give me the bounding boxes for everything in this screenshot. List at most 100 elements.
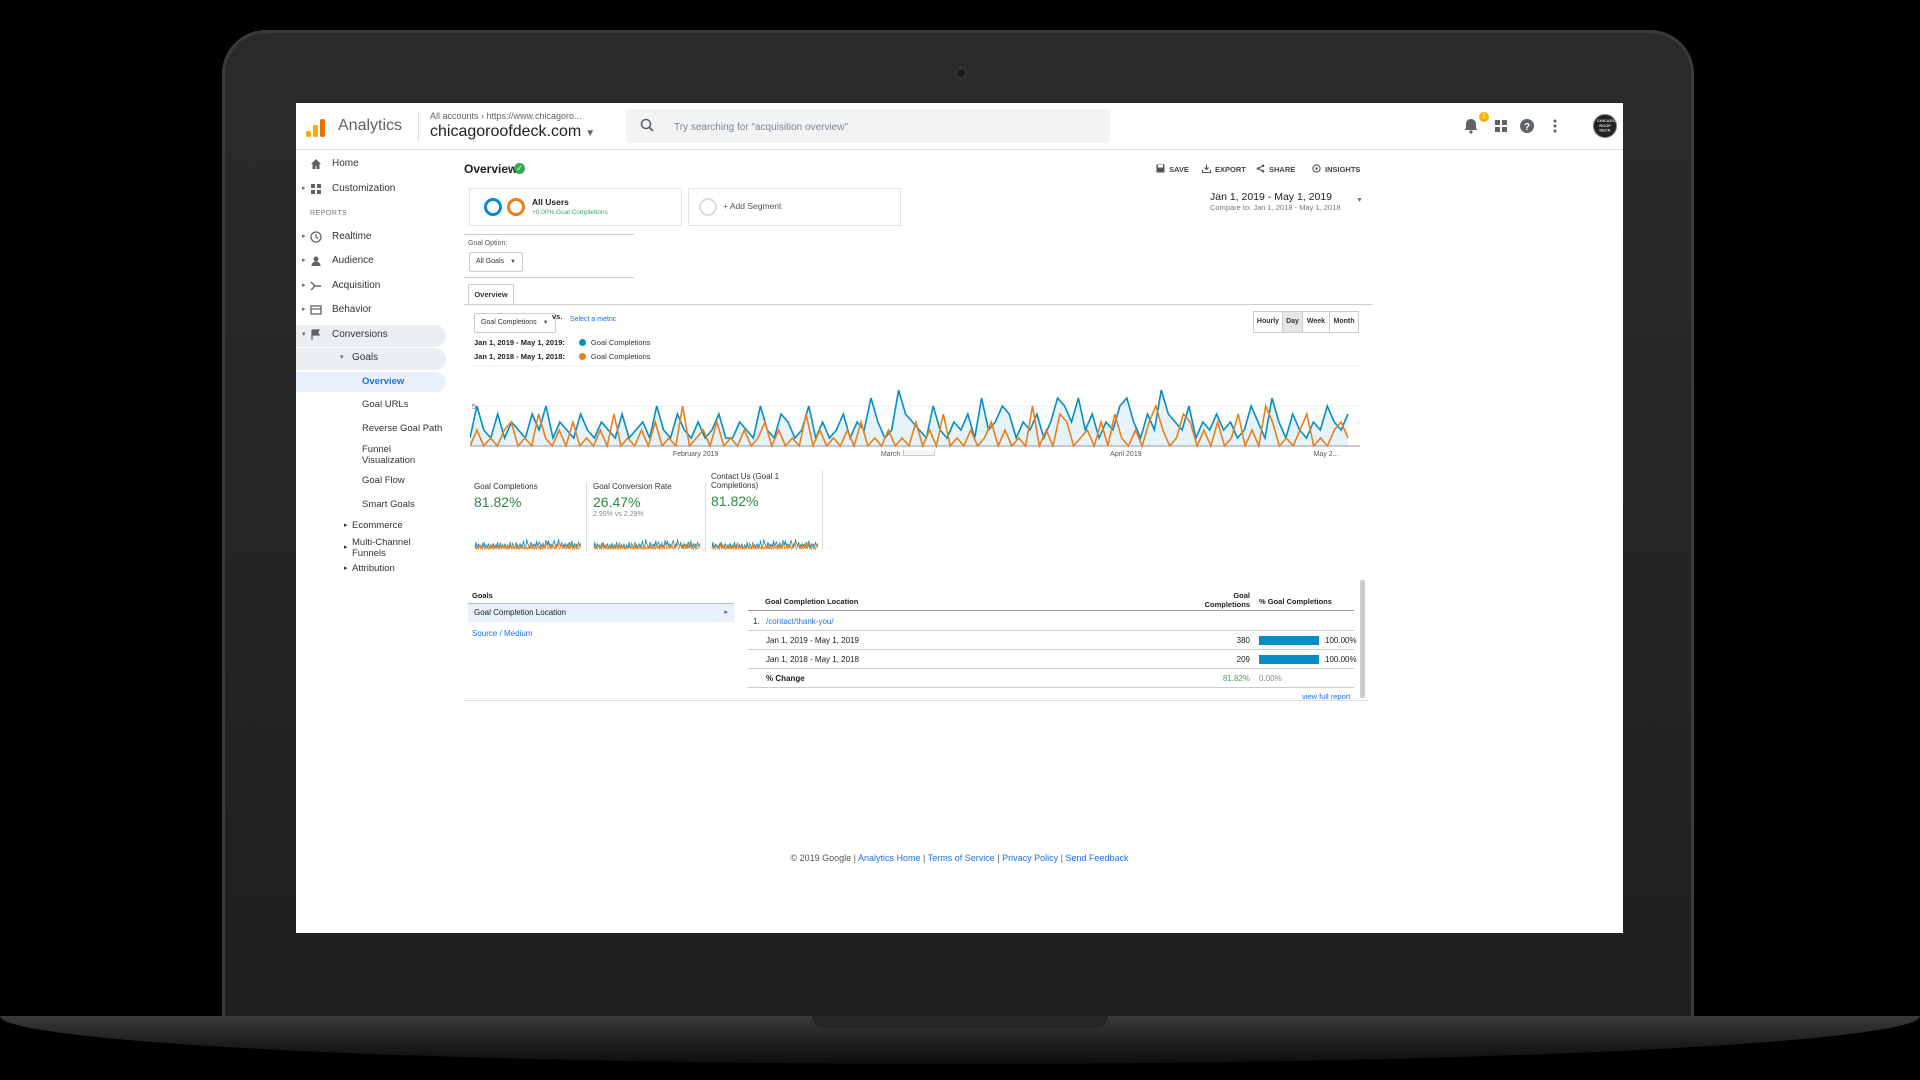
more-vert-icon[interactable] [1546, 117, 1564, 135]
tab-overview[interactable]: Overview [468, 284, 514, 306]
row-label: Jan 1, 2019 - May 1, 2019 [766, 636, 859, 645]
expand-arrow-icon: ▸ [344, 522, 348, 529]
account-breadcrumb[interactable]: All accounts › https://www.chicagoro... [430, 111, 582, 121]
sidebar-item-ecommerce[interactable]: ▸ Ecommerce [296, 516, 446, 536]
scorecard-sparkline [593, 539, 701, 550]
x-tick-label: May 2... [1314, 451, 1339, 458]
scorecard-sparkline [474, 539, 582, 550]
segment-sub: +0.00% Goal Completions [532, 209, 608, 216]
laptop-notch [812, 1016, 1108, 1028]
footer-sep: | [920, 853, 928, 863]
date-compare[interactable]: Compare to: Jan 1, 2018 - May 1, 2018 [1210, 203, 1341, 212]
divider [464, 700, 1368, 701]
scorecard-value: 81.82% [474, 494, 522, 510]
scorecard-sub: 2.90% vs 2.29% [593, 511, 644, 518]
brand-name[interactable]: Analytics [338, 117, 402, 135]
row-value: 209 [1236, 655, 1250, 664]
sidebar-item-goal-urls[interactable]: Goal URLs [296, 395, 446, 415]
legend-range: Jan 1, 2019 - May 1, 2019: [474, 338, 565, 347]
sidebar-item-label: Acquisition [332, 280, 381, 291]
sidebar-item-goals[interactable]: ▾ Goals [296, 348, 446, 370]
legend-row-current: Jan 1, 2019 - May 1, 2019: Goal Completio… [474, 338, 651, 347]
property-selector[interactable]: chicagoroofdeck.com ▼ [430, 123, 595, 141]
source-medium-link[interactable]: Source / Medium [472, 629, 532, 638]
sidebar-item-attribution[interactable]: ▸ Attribution [296, 559, 446, 579]
sidebar-item-label: Goal Flow [362, 475, 405, 486]
save-button[interactable]: SAVE [1156, 164, 1189, 174]
terms-link[interactable]: Terms of Service [928, 853, 995, 863]
granularity-week-button[interactable]: Week [1302, 311, 1330, 333]
sidebar-item-goal-flow[interactable]: Goal Flow [296, 471, 446, 491]
sidebar-item-acquisition[interactable]: ▸ Acquisition [296, 276, 446, 298]
segment-name: All Users [532, 197, 569, 207]
table-header-pct[interactable]: % Goal Completions [1259, 597, 1332, 606]
divider [586, 482, 587, 552]
granularity-day-button[interactable]: Day [1282, 311, 1303, 333]
sidebar-item-label: Customization [332, 183, 396, 194]
table-header-completions[interactable]: Goal Completions [1194, 591, 1250, 609]
chart-resize-handle[interactable] [903, 450, 935, 456]
sidebar-item-smart-goals[interactable]: Smart Goals [296, 495, 446, 515]
goal-completion-location-row[interactable]: Goal Completion Location ▸ [468, 603, 734, 622]
privacy-link[interactable]: Privacy Policy [1002, 853, 1058, 863]
sidebar-item-home[interactable]: Home [296, 154, 446, 176]
granularity-hourly-button[interactable]: Hourly [1253, 311, 1283, 333]
goal-option-label: Goal Option: [468, 240, 508, 247]
avatar[interactable]: CHICAGO ROOF DECK [1593, 114, 1617, 138]
expand-arrow-icon: ▸ [302, 257, 306, 264]
export-button[interactable]: EXPORT [1202, 164, 1246, 174]
sidebar-item-label: Conversions [332, 329, 388, 340]
notification-badge: 1 [1479, 112, 1489, 122]
expand-arrow-icon: ▸ [302, 282, 306, 289]
metric-select[interactable]: Goal Completions ▼ [474, 313, 556, 333]
change-pct: 0.00% [1259, 674, 1282, 683]
sidebar-item-conversions[interactable]: ▾ Conversions [296, 325, 446, 347]
download-icon [1202, 164, 1211, 173]
sidebar-item-audience[interactable]: ▸ Audience [296, 251, 446, 273]
table-header-location[interactable]: Goal Completion Location [765, 597, 858, 606]
select-metric-link[interactable]: Select a metric [570, 316, 616, 323]
change-label: % Change [766, 674, 805, 683]
share-button[interactable]: SHARE [1256, 164, 1295, 174]
goal-completions-line-chart: 5February 2019 March 2019 April 2019 May 2.… [470, 365, 1360, 458]
segment-all-users[interactable]: All Users +0.00% Goal Completions [469, 188, 682, 226]
sidebar-item-goals-overview[interactable]: Overview [296, 372, 446, 392]
divider [464, 277, 634, 278]
row-path-link[interactable]: /contact/thank-you/ [766, 617, 834, 626]
sidebar-item-label: Attribution [352, 563, 395, 574]
x-tick-label: April 2019 [1110, 451, 1142, 458]
sidebar-item-behavior[interactable]: ▸ Behavior [296, 300, 446, 322]
sidebar-item-realtime[interactable]: ▸ Realtime [296, 227, 446, 249]
collapse-arrow-icon: ▾ [340, 354, 344, 361]
footer-sep: | [994, 853, 1003, 863]
feedback-link[interactable]: Send Feedback [1065, 853, 1128, 863]
date-dropdown-icon[interactable]: ▼ [1356, 197, 1363, 204]
insights-button[interactable]: INSIGHTS [1312, 164, 1360, 174]
add-segment-button[interactable]: + Add Segment [688, 188, 901, 226]
bell-icon[interactable] [1462, 117, 1480, 135]
expand-arrow-icon: ▸ [302, 306, 306, 313]
granularity-month-button[interactable]: Month [1329, 311, 1359, 333]
acquisition-icon [310, 281, 321, 291]
help-icon[interactable]: ? [1518, 117, 1536, 135]
footer: © 2019 Google | Analytics Home | Terms o… [296, 853, 1623, 863]
sidebar-item-reverse-goal-path[interactable]: Reverse Goal Path [296, 419, 446, 439]
sidebar-item-multi-channel[interactable]: ▸ Multi-Channel Funnels [296, 534, 446, 562]
sidebar-item-customization[interactable]: ▸ Customization [296, 179, 446, 201]
copyright: © 2019 Google | [790, 853, 859, 863]
goal-option-select[interactable]: All Goals ▼ [469, 252, 523, 272]
analytics-home-link[interactable]: Analytics Home [858, 853, 921, 863]
legend-metric: Goal Completions [590, 352, 651, 361]
search-input[interactable] [672, 117, 1096, 137]
goals-panel-heading: Goals [472, 591, 493, 600]
segment-color-orange-icon [507, 198, 525, 216]
date-range[interactable]: Jan 1, 2019 - May 1, 2019 [1210, 191, 1332, 203]
sidebar-item-funnel-visualization[interactable]: Funnel Visualization [296, 441, 446, 469]
analytics-logo-icon[interactable] [306, 117, 326, 137]
table-scrollbar[interactable] [1360, 580, 1365, 698]
sidebar-item-label: Audience [332, 255, 374, 266]
sidebar: Home ▸ Customization REPORTS ▸ Realtime … [296, 150, 451, 933]
apps-grid-icon[interactable] [1492, 117, 1510, 135]
search-bar[interactable] [626, 109, 1110, 143]
reports-section-label: REPORTS [310, 210, 348, 217]
